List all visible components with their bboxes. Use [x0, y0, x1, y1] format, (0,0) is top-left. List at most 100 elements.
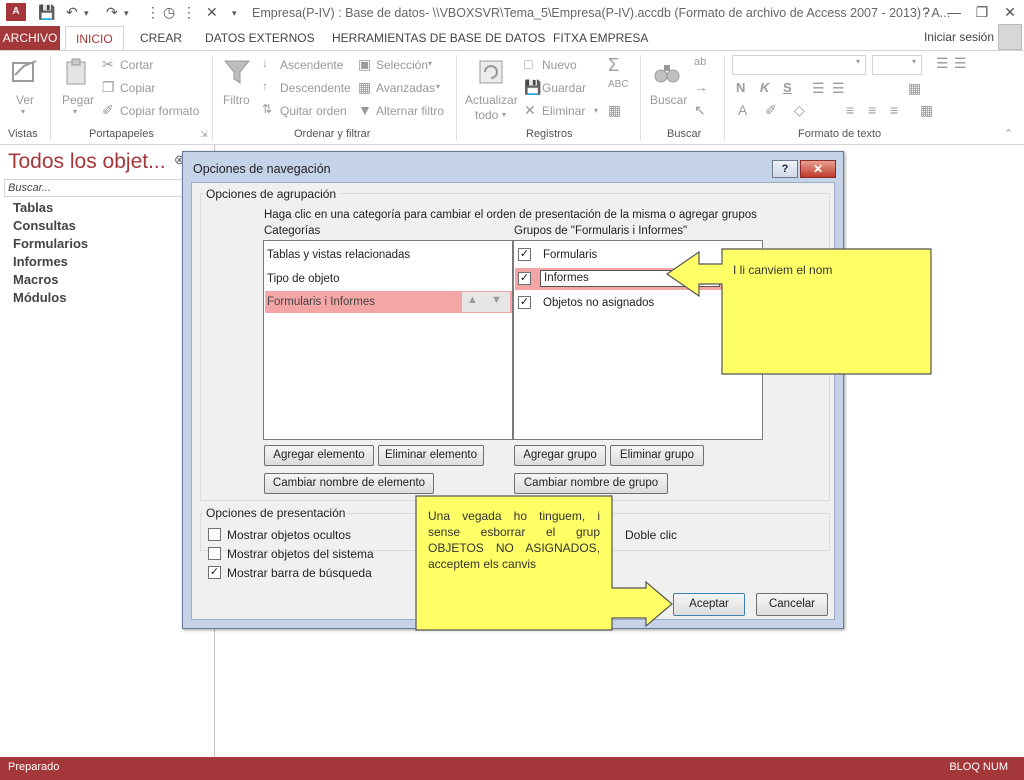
rename-group-button[interactable]: Cambiar nombre de grupo [514, 473, 668, 494]
delete-icon[interactable]: ✕ [524, 102, 536, 119]
access-app-icon[interactable]: A [6, 3, 26, 21]
clock-icon[interactable]: ◷ [163, 4, 175, 21]
dialog-launcher-icon[interactable]: ⇲ [200, 129, 208, 140]
tab-datos-externos[interactable]: DATOS EXTERNOS [195, 26, 325, 50]
align-text-left-icon[interactable]: ≡ [846, 102, 854, 118]
nav-item-informes[interactable]: Informes [13, 254, 68, 269]
sort-ascending-icon[interactable]: ↓ [262, 56, 268, 70]
replace-icon[interactable]: ab [694, 56, 706, 68]
rename-item-button[interactable]: Cambiar nombre de elemento [264, 473, 434, 494]
scissors-icon[interactable]: ✂ [102, 56, 114, 73]
save-button[interactable]: Guardar [542, 81, 586, 95]
nav-item-modulos[interactable]: Módulos [13, 290, 66, 305]
paste-button[interactable]: Pegar [62, 93, 94, 107]
bullets-icon[interactable]: ☰ [936, 55, 949, 72]
clear-sort-icon[interactable]: ⇅ [262, 102, 272, 116]
font-color-icon[interactable]: A [738, 102, 747, 118]
chevron-down-icon[interactable]: ▾ [856, 57, 860, 66]
nav-item-macros[interactable]: Macros [13, 272, 59, 287]
minimize-icon[interactable]: — [940, 2, 968, 22]
show-hidden-label[interactable]: Mostrar objetos ocultos [227, 528, 351, 542]
nav-item-consultas[interactable]: Consultas [13, 218, 76, 233]
redo-icon[interactable]: ↷ [106, 4, 118, 21]
group-checkbox[interactable]: ✓ [518, 248, 531, 261]
show-search-label[interactable]: Mostrar barra de búsqueda [227, 566, 372, 580]
underline-button[interactable]: S [783, 80, 792, 95]
spelling-icon[interactable]: ABC [608, 79, 629, 90]
filter-icon[interactable] [222, 57, 252, 87]
cut-button[interactable]: Cortar [120, 58, 153, 72]
select-icon[interactable]: ↖ [694, 102, 706, 119]
sign-in-link[interactable]: Iniciar sesión [924, 30, 994, 44]
move-up-icon[interactable]: ▲ [467, 294, 478, 306]
chevron-down-icon[interactable]: ▾ [436, 82, 440, 91]
format-painter-icon[interactable]: ✐ [102, 102, 114, 119]
fill-color-icon[interactable]: ◇ [794, 102, 805, 119]
close-window-icon[interactable]: ✕ [996, 2, 1024, 22]
descending-button[interactable]: Descendente [280, 81, 351, 95]
alternate-row-color-icon[interactable]: ▦ [920, 102, 933, 119]
show-hidden-checkbox[interactable] [208, 528, 221, 541]
chevron-down-icon[interactable]: ▾ [428, 59, 432, 68]
help-icon[interactable]: ? [912, 2, 940, 22]
group-item[interactable]: Formularis [543, 249, 597, 261]
align-text-center-icon[interactable]: ≡ [868, 102, 876, 118]
delete-item-button[interactable]: Eliminar elemento [378, 445, 484, 466]
save-record-icon[interactable]: 💾 [524, 79, 541, 96]
gridlines-icon[interactable]: ▦ [908, 80, 921, 97]
chevron-down-icon[interactable]: ▾ [73, 107, 77, 116]
tab-inicio[interactable]: INICIO [65, 26, 124, 50]
tab-archivo[interactable]: ARCHIVO [0, 26, 60, 50]
nav-pane-title[interactable]: Todos los objet... [8, 150, 166, 174]
tab-fitxa-empresa[interactable]: FITXA EMPRESA [543, 26, 658, 50]
show-system-label[interactable]: Mostrar objetos del sistema [227, 547, 374, 561]
copy-icon[interactable]: ❐ [102, 79, 115, 96]
toggle-filter-icon[interactable]: ▼ [358, 102, 372, 118]
delete-button[interactable]: Eliminar [542, 104, 585, 118]
chevron-down-icon[interactable]: ▾ [594, 106, 598, 115]
group-checkbox[interactable]: ✓ [518, 296, 531, 309]
undo-icon[interactable]: ↶ [66, 4, 78, 21]
copy-format-button[interactable]: Copiar formato [120, 104, 199, 118]
help-button[interactable]: ? [772, 160, 798, 178]
ok-button[interactable]: Aceptar [673, 593, 745, 616]
add-item-button[interactable]: Agregar elemento [264, 445, 374, 466]
category-item[interactable]: Tablas y vistas relacionadas [267, 249, 410, 261]
new-button[interactable]: Nuevo [542, 58, 577, 72]
search-input[interactable]: Buscar... [4, 179, 209, 197]
category-item[interactable]: Formularis i Informes [267, 296, 375, 308]
group-item[interactable]: Objetos no asignados [543, 297, 654, 309]
binoculars-icon[interactable] [652, 57, 682, 87]
group-checkbox[interactable]: ✓ [518, 272, 531, 285]
refresh-button[interactable]: Actualizar [465, 93, 518, 107]
categories-list[interactable]: Tablas y vistas relacionadas Tipo de obj… [263, 240, 513, 440]
highlight-icon[interactable]: ✐ [765, 102, 777, 119]
tab-herramientas[interactable]: HERRAMIENTAS DE BASE DE DATOS [322, 26, 555, 50]
save-icon[interactable]: 💾 [38, 4, 55, 21]
nav-item-formularios[interactable]: Formularios [13, 236, 88, 251]
selection-icon[interactable]: ▣ [358, 56, 371, 73]
category-item[interactable]: Tipo de objeto [267, 273, 339, 285]
undo-dropdown-icon[interactable]: ▾ [84, 8, 89, 19]
show-system-checkbox[interactable] [208, 547, 221, 560]
clear-sort-button[interactable]: Quitar orden [280, 104, 347, 118]
advanced-button[interactable]: Avanzadas [376, 81, 435, 95]
tab-crear[interactable]: CREAR [130, 26, 192, 50]
totals-icon[interactable]: Σ [608, 55, 619, 76]
customize-toolbar-icon[interactable]: ▾ [232, 8, 237, 19]
find-button[interactable]: Buscar [650, 93, 687, 107]
align-text-right-icon[interactable]: ≡ [890, 102, 898, 118]
group-item[interactable]: Informes [544, 272, 589, 284]
new-record-icon[interactable]: □ [524, 56, 532, 72]
nav-item-tablas[interactable]: Tablas [13, 200, 53, 215]
toggle-filter-button[interactable]: Alternar filtro [376, 104, 444, 118]
restore-icon[interactable]: ❐ [968, 2, 996, 22]
chevron-down-icon[interactable]: ▾ [502, 110, 506, 119]
bold-button[interactable]: N [736, 80, 745, 95]
numbering-icon[interactable]: ☰ [954, 55, 967, 72]
sort-descending-icon[interactable]: ↑ [262, 79, 268, 93]
align-center-icon[interactable]: ☰ [832, 80, 845, 97]
move-down-icon[interactable]: ▼ [491, 294, 502, 306]
chevron-down-icon[interactable]: ▾ [912, 57, 916, 66]
view-icon[interactable] [10, 57, 40, 87]
